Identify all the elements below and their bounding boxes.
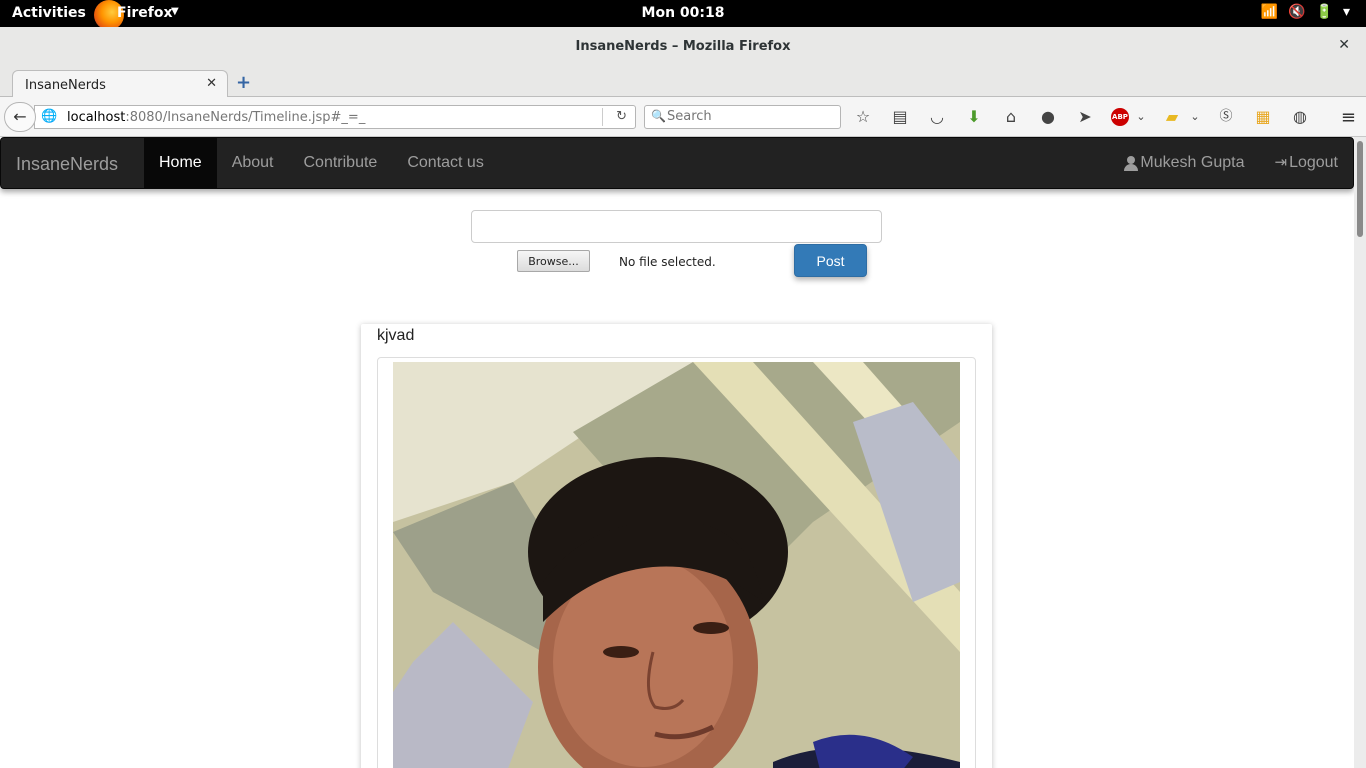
arrow-left-icon: ← <box>13 107 27 126</box>
page-scrollbar[interactable] <box>1354 137 1366 768</box>
chevron-down-icon[interactable]: ⌄ <box>1190 106 1200 128</box>
url-host: localhost <box>67 110 126 125</box>
url-text[interactable]: localhost:8080/InsaneNerds/Timeline.jsp#… <box>67 110 365 125</box>
post-card: kjvad <box>361 324 992 768</box>
search-icon: 🔍 <box>651 109 666 123</box>
new-tab-icon[interactable]: + <box>236 72 251 93</box>
post-photo <box>393 362 960 768</box>
user-name: Mukesh Gupta <box>1140 154 1245 171</box>
extension-note-icon[interactable]: ▦ <box>1252 106 1274 128</box>
menu-hamburger-icon[interactable]: ≡ <box>1341 107 1356 128</box>
tab-strip: InsaneNerds ✕ + <box>0 67 1366 98</box>
volume-icon: 🔇 <box>1288 4 1306 20</box>
search-bar[interactable]: 🔍 <box>644 105 841 129</box>
window-title: InsaneNerds – Mozilla Firefox <box>575 39 791 54</box>
page-content: InsaneNerds Home About Contribute Contac… <box>0 137 1354 768</box>
close-window-icon[interactable]: ✕ <box>1338 37 1350 53</box>
url-path: :8080/InsaneNerds/Timeline.jsp#_=_ <box>125 110 366 125</box>
wifi-icon: 📶 <box>1260 4 1279 20</box>
scrollbar-thumb[interactable] <box>1357 141 1363 237</box>
chevron-down-icon: ▾ <box>1342 4 1350 20</box>
navigation-toolbar: 🌐 localhost:8080/InsaneNerds/Timeline.js… <box>0 97 1366 137</box>
url-bar[interactable]: 🌐 localhost:8080/InsaneNerds/Timeline.js… <box>34 105 636 129</box>
system-tray[interactable]: 📶 🔇 🔋 ▾ <box>1261 4 1350 20</box>
post-button[interactable]: Post <box>794 244 867 277</box>
user-profile-link[interactable]: Mukesh Gupta <box>1109 138 1259 188</box>
download-icon[interactable]: ⬇ <box>963 106 985 128</box>
reload-icon[interactable]: ↻ <box>616 109 627 124</box>
chevron-down-icon[interactable]: ⌄ <box>1136 106 1146 128</box>
send-icon[interactable]: ➤ <box>1074 106 1096 128</box>
search-input[interactable] <box>667 109 832 124</box>
bookmark-star-icon[interactable]: ☆ <box>852 106 874 128</box>
nav-contribute[interactable]: Contribute <box>289 138 393 188</box>
file-status: No file selected. <box>619 255 716 269</box>
pocket-icon[interactable]: ◡ <box>926 106 948 128</box>
close-tab-icon[interactable]: ✕ <box>206 76 217 91</box>
user-icon <box>1124 156 1139 171</box>
window-titlebar: InsaneNerds – Mozilla Firefox ✕ <box>0 27 1366 67</box>
nav-about[interactable]: About <box>217 138 289 188</box>
nav-home[interactable]: Home <box>144 138 217 188</box>
logout-link[interactable]: ⇥ Logout <box>1259 138 1353 188</box>
tab-insanenerds[interactable]: InsaneNerds ✕ <box>12 70 228 98</box>
globe-extension-icon[interactable]: ◍ <box>1289 106 1311 128</box>
toolbar-icons: ☆ ▤ ◡ ⬇ ⌂ ● ➤ ABP ⌄ ▰ ⌄ Ⓢ ▦ ◍ <box>852 106 1326 128</box>
tab-label: InsaneNerds <box>25 78 106 93</box>
nav-right: Mukesh Gupta ⇥ Logout <box>1109 138 1353 188</box>
url-separator <box>602 108 603 126</box>
post-image-frame <box>377 357 976 768</box>
home-icon[interactable]: ⌂ <box>1000 106 1022 128</box>
post-photo-drawing <box>393 362 960 768</box>
post-text: kjvad <box>377 327 415 344</box>
clock[interactable]: Mon 00:18 <box>0 5 1366 21</box>
site-brand[interactable]: InsaneNerds <box>16 154 118 175</box>
post-text-input[interactable] <box>471 210 882 243</box>
globe-icon: 🌐 <box>41 109 58 124</box>
adblock-icon[interactable]: ABP <box>1111 108 1129 126</box>
reading-list-icon[interactable]: ▤ <box>889 106 911 128</box>
nav-links: Home About Contribute Contact us <box>144 138 499 188</box>
gnome-top-bar: Activities Firefox ▼ Mon 00:18 📶 🔇 🔋 ▾ <box>0 0 1366 30</box>
browse-button[interactable]: Browse... <box>517 250 590 272</box>
chat-icon[interactable]: ● <box>1037 106 1059 128</box>
battery-icon: 🔋 <box>1315 4 1333 20</box>
logout-icon: ⇥ <box>1274 154 1288 171</box>
folder-icon[interactable]: ▰ <box>1161 106 1183 128</box>
site-navbar: InsaneNerds Home About Contribute Contac… <box>0 137 1354 189</box>
nav-contact-us[interactable]: Contact us <box>392 138 498 188</box>
logout-label: Logout <box>1289 154 1338 171</box>
extension-s-icon[interactable]: Ⓢ <box>1215 106 1237 128</box>
back-button[interactable]: ← <box>4 102 36 132</box>
